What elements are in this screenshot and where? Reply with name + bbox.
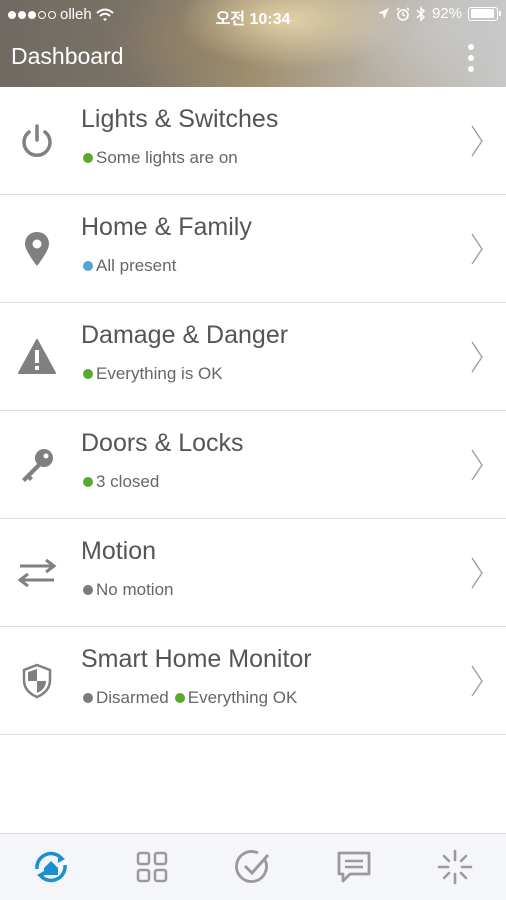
row-status: Disarmed Everything OK	[83, 688, 297, 708]
status-dot	[83, 477, 93, 487]
status-text: No motion	[96, 580, 174, 599]
power-icon	[22, 124, 52, 157]
row-damage-danger[interactable]: Damage & Danger Everything is OK	[0, 303, 506, 411]
shield-icon	[22, 663, 52, 699]
home-sync-icon	[34, 851, 67, 883]
status-right: 92%	[377, 5, 501, 22]
tab-routines[interactable]	[228, 842, 278, 892]
dashboard-list: Lights & Switches Some lights are on Hom…	[0, 87, 506, 735]
row-status: Everything is OK	[83, 364, 223, 384]
chevron-right-icon	[471, 341, 483, 373]
location-pin-icon	[25, 232, 49, 266]
row-lights-switches[interactable]: Lights & Switches Some lights are on	[0, 87, 506, 195]
row-status: No motion	[83, 580, 173, 600]
row-title: Damage & Danger	[81, 321, 289, 349]
tab-bar	[0, 833, 506, 900]
chevron-right-icon	[471, 665, 483, 697]
row-title: Lights & Switches	[81, 105, 279, 133]
status-text: Everything OK	[187, 688, 298, 707]
tab-marketplace[interactable]	[430, 842, 480, 892]
row-smart-home-monitor[interactable]: Smart Home Monitor Disarmed Everything O…	[0, 627, 506, 735]
status-bar: olleh 오전 10:34 92%	[0, 0, 506, 30]
row-doors-locks[interactable]: Doors & Locks 3 closed	[0, 411, 506, 519]
message-icon	[337, 851, 371, 883]
row-title: Smart Home Monitor	[81, 645, 312, 673]
chevron-right-icon	[471, 233, 483, 265]
row-title: Doors & Locks	[81, 429, 244, 457]
tab-dashboard[interactable]	[26, 842, 76, 892]
row-home-family[interactable]: Home & Family All present	[0, 195, 506, 303]
row-title: Home & Family	[81, 213, 252, 241]
warning-icon	[18, 339, 56, 374]
grid-icon	[136, 851, 168, 883]
status-text: Some lights are on	[96, 148, 238, 167]
chevron-right-icon	[471, 449, 483, 481]
battery-percent: 92%	[431, 5, 462, 22]
status-dot	[83, 369, 93, 379]
header: olleh 오전 10:34 92% Dashboard	[0, 0, 506, 87]
row-status: 3 closed	[83, 472, 159, 492]
bluetooth-icon	[416, 5, 426, 22]
chevron-right-icon	[471, 557, 483, 589]
battery-icon	[468, 6, 501, 21]
motion-arrows-icon	[17, 558, 57, 588]
tab-notifications[interactable]	[329, 842, 379, 892]
check-circle-icon	[235, 850, 270, 883]
page-title: Dashboard	[11, 43, 124, 69]
alarm-icon	[396, 6, 410, 21]
status-text: Everything is OK	[96, 364, 223, 383]
status-dot	[83, 153, 93, 163]
status-text: Disarmed	[96, 688, 169, 707]
tab-things[interactable]	[127, 842, 177, 892]
status-text: All present	[96, 256, 177, 275]
row-title: Motion	[81, 537, 157, 565]
key-icon	[22, 449, 53, 482]
sparkle-icon	[438, 849, 473, 885]
row-motion[interactable]: Motion No motion	[0, 519, 506, 627]
status-dot	[83, 261, 93, 271]
chevron-right-icon	[471, 125, 483, 157]
status-dot	[83, 693, 93, 703]
status-dot	[83, 585, 93, 595]
row-status: Some lights are on	[83, 148, 238, 168]
status-text: 3 closed	[96, 472, 160, 491]
status-dot	[174, 693, 185, 703]
more-vertical-icon[interactable]	[466, 44, 476, 72]
location-arrow-icon	[377, 8, 389, 19]
row-status: All present	[83, 256, 176, 276]
